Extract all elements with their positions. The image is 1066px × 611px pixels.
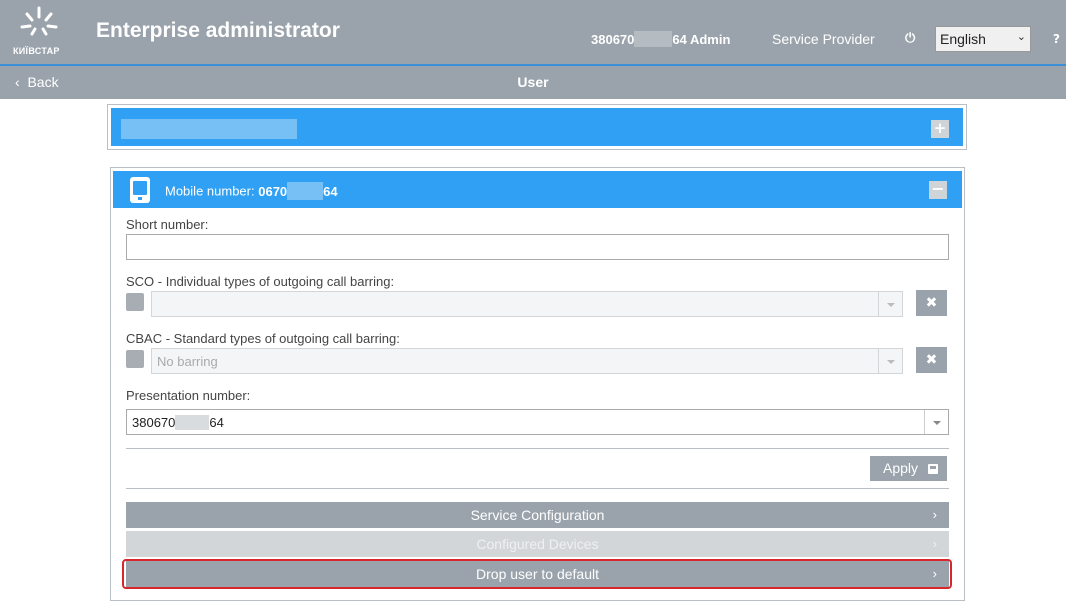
- logout-power-icon[interactable]: ⏻: [905, 31, 915, 46]
- redacted-block: [175, 414, 210, 430]
- divider: [126, 488, 949, 489]
- service-configuration-label: Service Configuration: [470, 507, 605, 523]
- collapsed-user-panel: +: [107, 104, 967, 150]
- page-title: User: [517, 74, 549, 90]
- redacted-block: [287, 182, 324, 200]
- app-title: Enterprise administrator: [96, 19, 340, 42]
- role-label[interactable]: Service Provider: [772, 31, 875, 47]
- mobile-number-label: Mobile number:: [165, 183, 255, 199]
- star-logo-icon: [20, 6, 58, 36]
- service-configuration-button[interactable]: Service Configuration ›: [126, 502, 949, 528]
- kyivstar-logo[interactable]: КИЇВСТАР: [10, 4, 68, 60]
- redacted-block: [634, 31, 673, 47]
- mobile-number-suffix: 64: [323, 183, 338, 199]
- mobile-number-value: 0670 64: [258, 182, 338, 200]
- cbac-clear-button[interactable]: ✖: [916, 347, 947, 373]
- cbac-select-value: No barring: [157, 354, 218, 369]
- short-number-label: Short number:: [126, 217, 209, 232]
- divider: [126, 448, 949, 449]
- presentation-number-select[interactable]: 380670 64: [126, 409, 949, 435]
- collapsed-panel-header[interactable]: +: [111, 108, 963, 146]
- sco-select[interactable]: [151, 291, 903, 317]
- cbac-select[interactable]: No barring: [151, 348, 903, 374]
- top-header: КИЇВСТАР Enterprise administrator 380670…: [0, 0, 1066, 65]
- sco-label: SCO - Individual types of outgoing call …: [126, 274, 395, 289]
- current-user: 380670 64 Admin: [591, 31, 730, 47]
- phone-icon: [130, 177, 150, 203]
- mobile-number-header[interactable]: Mobile number: 0670 64 −: [113, 171, 962, 208]
- collapse-minus-icon[interactable]: −: [929, 181, 947, 199]
- chevron-right-icon: ›: [932, 507, 937, 522]
- configured-devices-button: Configured Devices ›: [126, 531, 949, 557]
- chevron-down-icon: [878, 292, 902, 316]
- apply-button[interactable]: Apply: [870, 456, 947, 481]
- expand-plus-icon[interactable]: +: [931, 120, 949, 138]
- nav-bar: ‹ Back User: [0, 66, 1066, 99]
- presentation-number-suffix: 64: [209, 414, 224, 430]
- chevron-right-icon: ›: [932, 536, 937, 551]
- mobile-number-title: Mobile number: 0670 64: [165, 182, 338, 200]
- chevron-down-icon: [878, 349, 902, 373]
- mobile-number-prefix: 0670: [258, 183, 288, 199]
- redacted-block: [121, 119, 297, 139]
- configured-devices-label: Configured Devices: [476, 536, 599, 552]
- highlight-outline: [122, 559, 952, 589]
- save-icon: [928, 464, 938, 474]
- apply-label: Apply: [883, 460, 919, 476]
- logo-text: КИЇВСТАР: [13, 46, 60, 56]
- short-number-input[interactable]: [126, 234, 949, 260]
- presentation-number-label: Presentation number:: [126, 388, 251, 403]
- chevron-down-icon: [924, 410, 948, 434]
- presentation-number-prefix: 380670: [132, 414, 176, 430]
- language-value: English: [940, 31, 986, 47]
- sco-clear-button[interactable]: ✖: [916, 290, 947, 316]
- help-icon[interactable]: ?: [1053, 32, 1060, 46]
- user-number-suffix: 64 Admin: [672, 31, 731, 47]
- user-number-prefix: 380670: [591, 31, 635, 47]
- cbac-checkbox[interactable]: [126, 350, 144, 368]
- chevron-down-icon: ⌄: [1016, 31, 1026, 43]
- language-select[interactable]: English ⌄: [935, 26, 1031, 52]
- sco-checkbox[interactable]: [126, 293, 144, 311]
- cbac-label: CBAC - Standard types of outgoing call b…: [126, 331, 400, 346]
